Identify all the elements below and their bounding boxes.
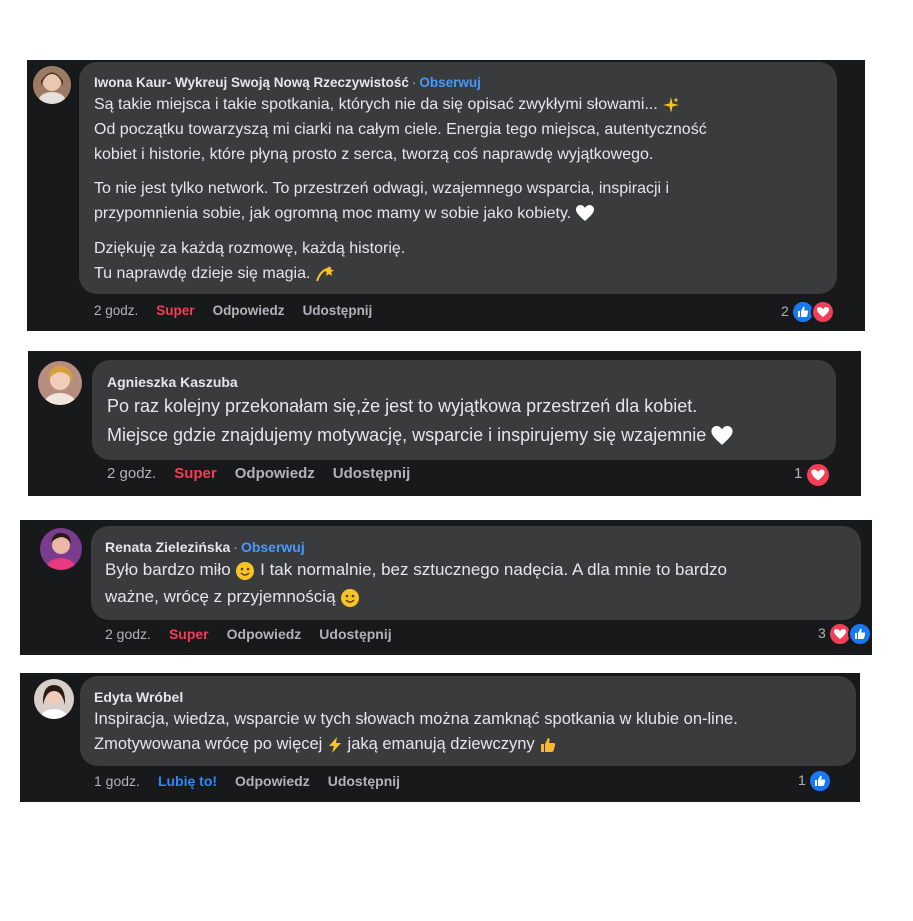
reply-button[interactable]: Odpowiedz — [235, 773, 310, 789]
avatar-photo-icon — [33, 66, 71, 104]
reply-button[interactable]: Odpowiedz — [235, 465, 315, 482]
follow-button[interactable]: Obserwuj — [241, 539, 305, 555]
comment-text-line: To nie jest tylko network. To przestrzeń… — [94, 180, 670, 197]
author-name[interactable]: Iwona Kaur- Wykreuj Swoją Nową Rzeczywis… — [94, 75, 409, 90]
love-icon — [811, 300, 835, 324]
separator-dot: · — [411, 75, 417, 90]
comment-text-line: przypomnienia sobie, jak ogromną moc mam… — [94, 205, 594, 223]
comment-text-line: Inspiracja, wiedza, wsparcie w tych słow… — [94, 710, 738, 728]
white-heart-icon — [711, 426, 733, 446]
comment-text-line: Zmotywowana wrócę po więcej jaką emanują… — [94, 735, 557, 754]
thumbs-up-emoji-icon — [541, 737, 556, 752]
comment-text-line: Tu naprawdę dzieje się magia. — [94, 265, 335, 283]
comment-text-line: Dziękuję za każdą rozmowę, każdą histori… — [94, 240, 406, 257]
comment-panel-2: Agnieszka Kaszuba Po raz kolejny przekon… — [28, 351, 861, 496]
avatar-photo-icon — [38, 361, 82, 405]
white-heart-icon — [575, 205, 594, 222]
love-icon — [805, 462, 831, 488]
author-name[interactable]: Renata Zielezińska — [105, 539, 230, 555]
reaction-super-button[interactable]: Super — [156, 303, 194, 318]
reaction-summary[interactable]: 3 — [816, 622, 872, 646]
avatar-photo-icon — [40, 528, 82, 570]
smiling-face-icon — [341, 588, 360, 607]
share-button[interactable]: Udostępnij — [319, 626, 391, 642]
sparkles-icon — [663, 97, 680, 113]
comment-text-line: kobiet i historie, które płyną prosto z … — [94, 146, 654, 163]
share-button[interactable]: Udostępnij — [303, 303, 373, 318]
avatar[interactable] — [38, 361, 82, 405]
author-name[interactable]: Edyta Wróbel — [94, 689, 183, 705]
avatar[interactable] — [33, 66, 71, 104]
reaction-like-button[interactable]: Lubię to! — [158, 773, 217, 789]
separator-dot: · — [233, 539, 238, 555]
like-icon — [848, 622, 872, 646]
share-button[interactable]: Udostępnij — [328, 773, 400, 789]
comment-text-line: Miejsce gdzie znajdujemy motywację, wspa… — [107, 425, 733, 446]
comment-text-line: Było bardzo miło I tak normalnie, bez sz… — [105, 560, 727, 580]
reaction-summary[interactable]: 2 — [779, 300, 839, 324]
comment-panel-3: Renata Zielezińska · Obserwuj Było bardzo … — [20, 520, 872, 655]
reaction-summary[interactable]: 1 — [796, 769, 846, 793]
comment-timestamp[interactable]: 2 godz. — [107, 465, 156, 482]
author-name[interactable]: Agnieszka Kaszuba — [107, 374, 238, 390]
comment-timestamp[interactable]: 1 godz. — [94, 773, 140, 789]
dizzy-star-icon — [315, 266, 334, 282]
comment-panel-1: Iwona Kaur- Wykreuj Swoją Nową Rzeczywis… — [27, 60, 865, 331]
follow-button[interactable]: Obserwuj — [419, 75, 481, 90]
avatar-photo-icon — [34, 679, 74, 719]
like-icon — [808, 769, 832, 793]
comment-text-line: Od początku towarzyszą mi ciarki na cały… — [94, 121, 707, 138]
comment-text-line: ważne, wrócę z przyjemnością — [105, 587, 360, 608]
reaction-super-button[interactable]: Super — [169, 626, 209, 642]
reply-button[interactable]: Odpowiedz — [227, 626, 302, 642]
comment-text-line: Po raz kolejny przekonałam się,że jest t… — [107, 396, 698, 416]
comment-panel-4: Edyta Wróbel Inspiracja, wiedza, wsparci… — [20, 673, 860, 802]
avatar[interactable] — [40, 528, 82, 570]
comment-text-line: Są takie miejsca i takie spotkania, któr… — [94, 96, 680, 114]
smiling-face-icon — [236, 561, 255, 580]
reaction-count: 1 — [794, 465, 803, 482]
comment-timestamp[interactable]: 2 godz. — [94, 303, 138, 318]
reaction-summary[interactable]: 1 — [792, 462, 842, 488]
avatar[interactable] — [34, 679, 74, 719]
reaction-count: 2 — [781, 303, 789, 319]
reaction-super-button[interactable]: Super — [174, 465, 217, 482]
reply-button[interactable]: Odpowiedz — [213, 303, 285, 318]
share-button[interactable]: Udostępnij — [333, 465, 411, 482]
reaction-count: 1 — [798, 772, 806, 788]
lightning-icon — [328, 736, 341, 753]
comment-timestamp[interactable]: 2 godz. — [105, 626, 151, 642]
reaction-count: 3 — [818, 625, 826, 641]
